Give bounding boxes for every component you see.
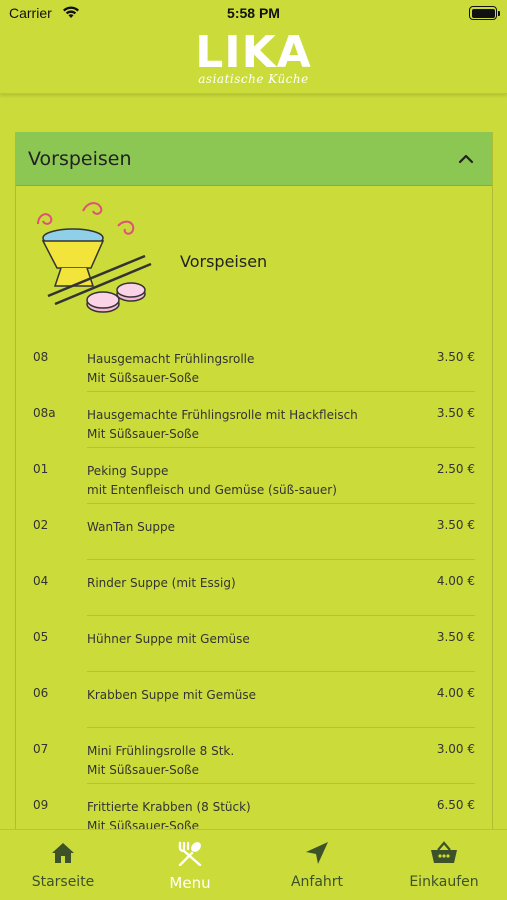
menu-item-price: 3.50 € xyxy=(436,630,475,644)
menu-item-name: Hausgemachte Frühlingsrolle mit Hackflei… xyxy=(87,408,358,422)
menu-item-price: 2.50 € xyxy=(436,462,475,476)
menu-item-description: Hühner Suppe mit Gemüse xyxy=(87,630,250,649)
menu-item-price: 3.00 € xyxy=(436,742,475,756)
basket-icon xyxy=(431,841,457,863)
tab-label-menu: Menu xyxy=(169,874,211,892)
battery-icon xyxy=(469,6,500,20)
menu-item-number: 02 xyxy=(33,518,49,532)
navigation-arrow-icon xyxy=(306,842,328,864)
intro-title: Vorspeisen xyxy=(180,251,268,271)
menu-item-name: Mini Frühlingsrolle 8 Stk. xyxy=(87,744,235,758)
tab-bar: Starseite Menu Anfahrt Einkaufen xyxy=(0,829,507,900)
menu-item-number: 08 xyxy=(33,350,49,364)
chevron-up-icon[interactable] xyxy=(458,151,474,167)
logo: LIKA xyxy=(195,27,312,78)
menu-item-name: Frittierte Krabben (8 Stück) xyxy=(87,800,251,814)
menu-item-name: Rinder Suppe (mit Essig) xyxy=(87,576,236,590)
menu-item-number: 04 xyxy=(33,574,49,588)
menu-item-description: Hausgemacht Frühlingsrolle Mit Süßsauer-S… xyxy=(87,350,254,388)
menu-item[interactable]: 01 Peking Suppe mit Entenfleisch und Gemüs… xyxy=(16,448,492,504)
tab-label-anfahrt: Anfahrt xyxy=(290,874,344,890)
app-header: LIKA asiatische Küche xyxy=(0,28,507,94)
menu-item-description: Mini Frühlingsrolle 8 Stk. Mit Süßsauer-S… xyxy=(87,742,234,780)
home-icon xyxy=(52,843,74,863)
menu-item-number: 09 xyxy=(33,798,49,812)
menu-item-price: 3.50 € xyxy=(436,518,475,532)
status-time: 5:58 PM xyxy=(227,5,280,21)
menu-item-price: 3.50 € xyxy=(436,406,475,420)
menu-item-name: WanTan Suppe xyxy=(87,520,176,534)
menu-item-detail: Mit Süßsauer-Soße xyxy=(87,819,199,829)
menu-item[interactable]: 09 Frittierte Krabben (8 Stück) Mit Süßsau… xyxy=(16,784,492,829)
menu-item[interactable]: 05 Hühner Suppe mit Gemüse 3.50 € xyxy=(16,616,492,672)
menu-item-name: Krabben Suppe mit Gemüse xyxy=(87,688,257,702)
menu-item-detail: Mit Süßsauer-Soße xyxy=(87,763,199,777)
menu-item-number: 07 xyxy=(33,742,49,756)
tab-starseite[interactable]: Starseite xyxy=(0,830,126,900)
menu-item-name: Peking Suppe xyxy=(87,464,169,478)
logo-tagline: asiatische Küche xyxy=(198,72,309,86)
menu-item-name: Hausgemacht Frühlingsrolle xyxy=(87,352,255,366)
menu-item-detail: Mit Süßsauer-Soße xyxy=(87,427,199,441)
status-bar: Carrier 5:58 PM xyxy=(0,0,507,28)
menu-item-description: WanTan Suppe xyxy=(87,518,175,537)
menu-item-detail: mit Entenfleisch und Gemüse (süß-sauer) xyxy=(87,483,337,497)
menu-item-number: 06 xyxy=(33,686,49,700)
menu-item[interactable]: 06 Krabben Suppe mit Gemüse 4.00 € xyxy=(16,672,492,728)
section-title: Vorspeisen xyxy=(28,147,132,170)
menu-item[interactable]: 07 Mini Frühlingsrolle 8 Stk. Mit Süßsauer… xyxy=(16,728,492,784)
menu-item-name: Hühner Suppe mit Gemüse xyxy=(87,632,250,646)
menu-item-description: Hausgemachte Frühlingsrolle mit Hackflei… xyxy=(87,406,358,444)
tab-einkaufen[interactable]: Einkaufen xyxy=(381,830,507,900)
menu-item-detail: Mit Süßsauer-Soße xyxy=(87,371,199,385)
menu-item-description: Krabben Suppe mit Gemüse xyxy=(87,686,256,705)
menu-item-description: Peking Suppe mit Entenfleisch und Gemüse … xyxy=(87,462,337,500)
section-intro: Vorspeisen xyxy=(16,186,492,336)
menu-item-list: 08 Hausgemacht Frühlingsrolle Mit Süßsauer… xyxy=(16,336,492,829)
menu-item[interactable]: 08a Hausgemachte Frühlingsrolle mit Hackf… xyxy=(16,392,492,448)
menu-item[interactable]: 08 Hausgemacht Frühlingsrolle Mit Süßsauer… xyxy=(16,336,492,392)
menu-item-price: 6.50 € xyxy=(436,798,475,812)
tab-label-starseite: Starseite xyxy=(31,874,95,890)
menu-item-description: Frittierte Krabben (8 Stück) Mit Süßsauer… xyxy=(87,798,251,829)
soup-bowl-illustration xyxy=(37,202,152,313)
menu-item-number: 05 xyxy=(33,630,49,644)
tab-label-einkaufen: Einkaufen xyxy=(409,874,479,890)
menu-item-number: 01 xyxy=(33,462,49,476)
tab-menu[interactable]: Menu xyxy=(127,830,253,900)
menu-item-description: Rinder Suppe (mit Essig) xyxy=(87,574,236,593)
section-header-vorspeisen[interactable]: Vorspeisen xyxy=(16,132,492,186)
menu-item-number: 08a xyxy=(33,406,56,420)
menu-item-price: 4.00 € xyxy=(436,686,475,700)
tab-anfahrt[interactable]: Anfahrt xyxy=(254,830,380,900)
menu-item[interactable]: 02 WanTan Suppe 3.50 € xyxy=(16,504,492,560)
menu-item-price: 3.50 € xyxy=(436,350,475,364)
fork-spoon-icon xyxy=(178,841,202,867)
menu-item[interactable]: 04 Rinder Suppe (mit Essig) 4.00 € xyxy=(16,560,492,616)
menu-item-price: 4.00 € xyxy=(436,574,475,588)
menu-content[interactable]: Vorspeisen Vorspeisen 08 Hausgemacht Früh… xyxy=(15,132,493,829)
